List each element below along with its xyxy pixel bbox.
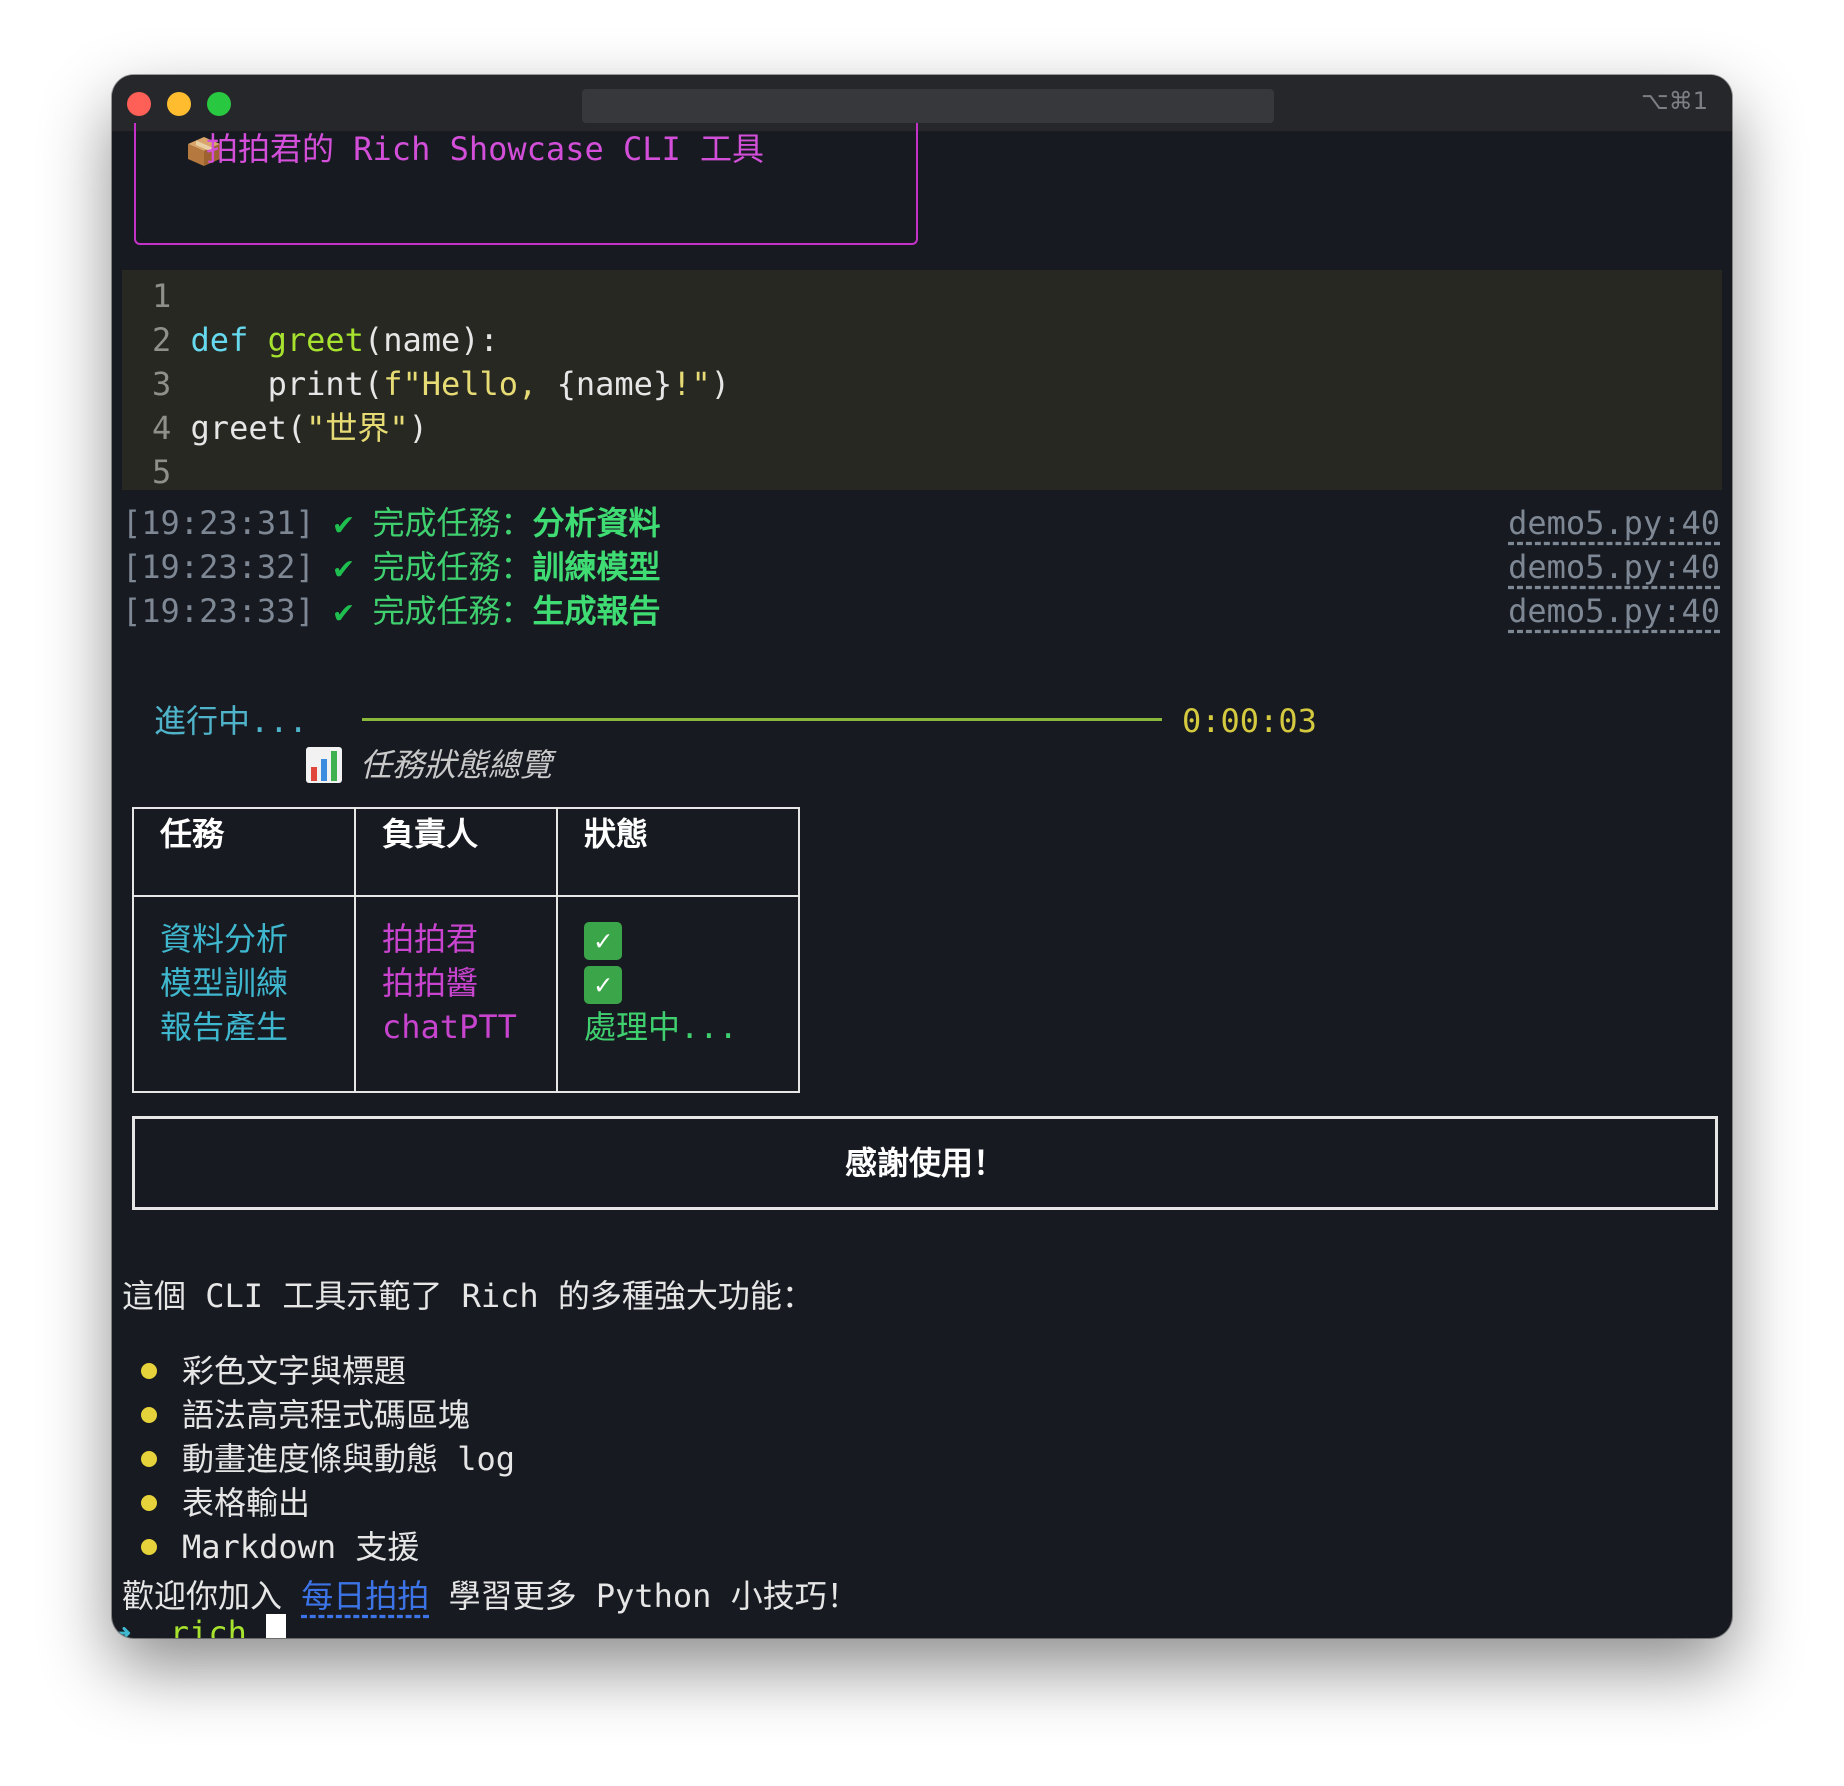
log-timestamp: [19:23:32]: [122, 548, 315, 586]
feature-item: 表格輸出: [182, 1484, 311, 1522]
log-prefix: 完成任務：: [372, 548, 533, 586]
line-number: 4: [152, 409, 172, 447]
log-timestamp: [19:23:31]: [122, 504, 315, 542]
terminal-content[interactable]: 拍拍君的 Rich Showcase CLI 工具 1 2 def greet(…: [112, 123, 1732, 1638]
feature-item: 動畫進度條與動態 log: [182, 1440, 516, 1478]
zoom-button[interactable]: [207, 92, 231, 116]
minimize-button[interactable]: [167, 92, 191, 116]
code-token: !": [672, 365, 711, 403]
bullet-icon: [141, 1539, 157, 1555]
check-mark-icon: ✓: [584, 922, 622, 960]
prompt-arrow-icon: ➜: [112, 1614, 132, 1638]
command-input[interactable]: rich: [170, 1614, 247, 1638]
code-token: "世界": [306, 409, 409, 447]
task-column: 資料分析 模型訓練 報告產生: [132, 895, 356, 1093]
status-column: ✓ ✓ 處理中...: [556, 895, 800, 1093]
thanks-panel: 感謝使用！: [132, 1116, 1718, 1210]
bullet-icon: [141, 1407, 157, 1423]
progress-row: 進行中...: [154, 699, 308, 743]
log-timestamp: [19:23:33]: [122, 592, 315, 630]
daily-paipai-link[interactable]: 每日拍拍: [301, 1577, 429, 1615]
terminal-window: ⌥⌘1 拍拍君的 Rich Showcase CLI 工具 1 2 def gr…: [112, 75, 1732, 1638]
window-title-area[interactable]: [582, 89, 1274, 123]
title-panel: 拍拍君的 Rich Showcase CLI 工具: [134, 123, 918, 245]
table-title: 任務狀態總覽: [360, 746, 553, 784]
check-icon: ✔: [333, 504, 354, 542]
code-line: 2 def greet(name):: [152, 318, 499, 362]
bullet-icon: [141, 1451, 157, 1467]
log-source-link[interactable]: demo5.py:40: [1508, 501, 1720, 545]
status-processing: 處理中...: [584, 1008, 738, 1046]
prompt-line[interactable]: ➜ rich: [112, 1611, 287, 1638]
log-task-name: 分析資料: [532, 504, 661, 542]
log-prefix: 完成任務：: [372, 504, 533, 542]
bullet-icon: [141, 1495, 157, 1511]
header-task: 任務: [132, 807, 356, 897]
log-task-name: 生成報告: [532, 592, 661, 630]
line-number: 1: [152, 277, 172, 315]
outro-after: 學習更多 Python 小技巧！: [429, 1577, 859, 1615]
log-entry: [19:23:32] ✔ 完成任務：訓練模型: [122, 545, 660, 589]
code-token: {name}: [556, 365, 673, 403]
log-source-link[interactable]: demo5.py:40: [1508, 545, 1720, 589]
header-owner: 負責人: [354, 807, 558, 897]
code-token: (name):: [363, 321, 499, 359]
code-line: 3 print(f"Hello, {name}!"): [152, 362, 730, 406]
header-status: 狀態: [556, 807, 800, 897]
task-table: 任務 負責人 狀態 資料分析 模型訓練 報告產生 拍拍君 拍拍醬 chatPTT…: [132, 807, 800, 1093]
code-token: greet(: [190, 409, 307, 447]
code-token: greet: [267, 321, 364, 359]
code-token: ): [408, 409, 428, 447]
code-token: ): [710, 365, 730, 403]
log-source-link[interactable]: demo5.py:40: [1508, 589, 1720, 633]
feature-item: 彩色文字與標題: [182, 1352, 407, 1390]
task-name: 報告產生: [160, 1008, 289, 1046]
close-button[interactable]: [127, 92, 151, 116]
progress-label: 進行中...: [154, 702, 308, 740]
code-line: 4 greet("世界"): [152, 406, 428, 450]
check-icon: ✔: [333, 592, 354, 630]
progress-bar: [362, 718, 1162, 721]
text-cursor: [266, 1614, 287, 1638]
log-entry: [19:23:33] ✔ 完成任務：生成報告: [122, 589, 660, 633]
window-shortcut: ⌥⌘1: [1641, 87, 1708, 115]
code-line: 5: [152, 450, 191, 494]
line-number: 2: [152, 321, 172, 359]
owner-name: chatPTT: [382, 1008, 517, 1046]
owner-name: 拍拍醬: [382, 964, 479, 1002]
check-icon: ✔: [333, 548, 354, 586]
code-line: 1: [152, 274, 191, 318]
log-task-name: 訓練模型: [532, 548, 661, 586]
outro-before: 歡迎你加入: [122, 1577, 302, 1615]
panel-title: 拍拍君的 Rich Showcase CLI 工具: [206, 130, 765, 168]
code-token: def: [190, 321, 249, 359]
feature-item: 語法高亮程式碼區塊: [182, 1396, 471, 1434]
markdown-intro: 這個 CLI 工具示範了 Rich 的多種強大功能：: [122, 1277, 814, 1315]
bullet-icon: [141, 1363, 157, 1379]
line-number: 3: [152, 365, 172, 403]
check-mark-icon: ✓: [584, 966, 622, 1004]
code-token: f"Hello,: [383, 365, 557, 403]
task-name: 模型訓練: [160, 964, 289, 1002]
progress-elapsed: 0:00:03: [1182, 702, 1317, 740]
feature-item: Markdown 支援: [182, 1528, 420, 1566]
task-name: 資料分析: [160, 920, 289, 958]
owner-column: 拍拍君 拍拍醬 chatPTT: [354, 895, 558, 1093]
bar-chart-icon: [306, 747, 342, 783]
log-entry: [19:23:31] ✔ 完成任務：分析資料: [122, 501, 660, 545]
owner-name: 拍拍君: [382, 920, 479, 958]
log-prefix: 完成任務：: [372, 592, 533, 630]
code-token: print(: [190, 365, 384, 403]
line-number: 5: [152, 453, 172, 491]
